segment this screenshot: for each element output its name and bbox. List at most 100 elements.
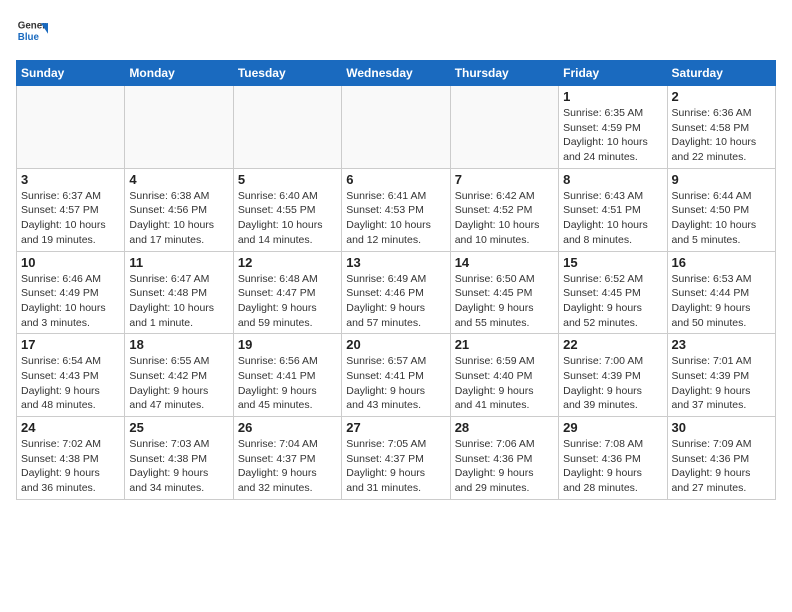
day-number: 25 <box>129 420 228 435</box>
day-info: Sunrise: 6:37 AM Sunset: 4:57 PM Dayligh… <box>21 189 120 248</box>
day-info: Sunrise: 7:04 AM Sunset: 4:37 PM Dayligh… <box>238 437 337 496</box>
day-info: Sunrise: 7:06 AM Sunset: 4:36 PM Dayligh… <box>455 437 554 496</box>
day-number: 10 <box>21 255 120 270</box>
day-info: Sunrise: 6:53 AM Sunset: 4:44 PM Dayligh… <box>672 272 771 331</box>
calendar-cell: 5 Sunrise: 6:40 AM Sunset: 4:55 PM Daylig… <box>233 168 341 251</box>
day-number: 29 <box>563 420 662 435</box>
day-number: 2 <box>672 89 771 104</box>
calendar-cell: 1 Sunrise: 6:35 AM Sunset: 4:59 PM Daylig… <box>559 86 667 169</box>
day-number: 1 <box>563 89 662 104</box>
day-info: Sunrise: 7:05 AM Sunset: 4:37 PM Dayligh… <box>346 437 445 496</box>
calendar-cell: 21 Sunrise: 6:59 AM Sunset: 4:40 PM Dayli… <box>450 334 558 417</box>
day-number: 24 <box>21 420 120 435</box>
day-number: 23 <box>672 337 771 352</box>
calendar-cell: 26 Sunrise: 7:04 AM Sunset: 4:37 PM Dayli… <box>233 417 341 500</box>
calendar-week-1: 1 Sunrise: 6:35 AM Sunset: 4:59 PM Daylig… <box>17 86 776 169</box>
day-number: 12 <box>238 255 337 270</box>
day-number: 22 <box>563 337 662 352</box>
day-number: 7 <box>455 172 554 187</box>
day-info: Sunrise: 6:49 AM Sunset: 4:46 PM Dayligh… <box>346 272 445 331</box>
weekday-header-row: SundayMondayTuesdayWednesdayThursdayFrid… <box>17 61 776 86</box>
day-info: Sunrise: 7:02 AM Sunset: 4:38 PM Dayligh… <box>21 437 120 496</box>
calendar-cell: 14 Sunrise: 6:50 AM Sunset: 4:45 PM Dayli… <box>450 251 558 334</box>
weekday-header-friday: Friday <box>559 61 667 86</box>
day-number: 8 <box>563 172 662 187</box>
calendar-cell <box>450 86 558 169</box>
day-number: 16 <box>672 255 771 270</box>
day-number: 19 <box>238 337 337 352</box>
day-info: Sunrise: 6:40 AM Sunset: 4:55 PM Dayligh… <box>238 189 337 248</box>
weekday-header-tuesday: Tuesday <box>233 61 341 86</box>
day-info: Sunrise: 6:44 AM Sunset: 4:50 PM Dayligh… <box>672 189 771 248</box>
calendar-cell: 24 Sunrise: 7:02 AM Sunset: 4:38 PM Dayli… <box>17 417 125 500</box>
day-number: 13 <box>346 255 445 270</box>
day-number: 11 <box>129 255 228 270</box>
calendar-cell: 12Sunrise: 6:48 AM Sunset: 4:47 PM Dayli… <box>233 251 341 334</box>
day-info: Sunrise: 6:47 AM Sunset: 4:48 PM Dayligh… <box>129 272 228 331</box>
day-info: Sunrise: 6:59 AM Sunset: 4:40 PM Dayligh… <box>455 354 554 413</box>
calendar-week-2: 3Sunrise: 6:37 AM Sunset: 4:57 PM Daylig… <box>17 168 776 251</box>
calendar-cell: 20 Sunrise: 6:57 AM Sunset: 4:41 PM Dayli… <box>342 334 450 417</box>
day-info: Sunrise: 6:52 AM Sunset: 4:45 PM Dayligh… <box>563 272 662 331</box>
day-info: Sunrise: 6:36 AM Sunset: 4:58 PM Dayligh… <box>672 106 771 165</box>
day-info: Sunrise: 6:55 AM Sunset: 4:42 PM Dayligh… <box>129 354 228 413</box>
calendar-cell: 11 Sunrise: 6:47 AM Sunset: 4:48 PM Dayli… <box>125 251 233 334</box>
day-number: 18 <box>129 337 228 352</box>
calendar-cell: 19Sunrise: 6:56 AM Sunset: 4:41 PM Dayli… <box>233 334 341 417</box>
calendar-cell: 15 Sunrise: 6:52 AM Sunset: 4:45 PM Dayli… <box>559 251 667 334</box>
calendar-week-4: 17 Sunrise: 6:54 AM Sunset: 4:43 PM Dayli… <box>17 334 776 417</box>
calendar-cell: 17 Sunrise: 6:54 AM Sunset: 4:43 PM Dayli… <box>17 334 125 417</box>
day-number: 20 <box>346 337 445 352</box>
calendar-cell: 2 Sunrise: 6:36 AM Sunset: 4:58 PM Daylig… <box>667 86 775 169</box>
calendar-cell: 30 Sunrise: 7:09 AM Sunset: 4:36 PM Dayli… <box>667 417 775 500</box>
logo-icon: General Blue <box>16 16 48 48</box>
weekday-header-wednesday: Wednesday <box>342 61 450 86</box>
day-info: Sunrise: 6:54 AM Sunset: 4:43 PM Dayligh… <box>21 354 120 413</box>
calendar-cell: 8Sunrise: 6:43 AM Sunset: 4:51 PM Daylig… <box>559 168 667 251</box>
day-number: 30 <box>672 420 771 435</box>
calendar-table: SundayMondayTuesdayWednesdayThursdayFrid… <box>16 60 776 500</box>
day-number: 9 <box>672 172 771 187</box>
calendar-cell: 18 Sunrise: 6:55 AM Sunset: 4:42 PM Dayli… <box>125 334 233 417</box>
calendar-cell: 23 Sunrise: 7:01 AM Sunset: 4:39 PM Dayli… <box>667 334 775 417</box>
day-info: Sunrise: 6:57 AM Sunset: 4:41 PM Dayligh… <box>346 354 445 413</box>
svg-text:Blue: Blue <box>18 32 40 43</box>
calendar-cell: 10Sunrise: 6:46 AM Sunset: 4:49 PM Dayli… <box>17 251 125 334</box>
day-info: Sunrise: 7:08 AM Sunset: 4:36 PM Dayligh… <box>563 437 662 496</box>
calendar-cell <box>17 86 125 169</box>
day-number: 15 <box>563 255 662 270</box>
calendar-cell: 25 Sunrise: 7:03 AM Sunset: 4:38 PM Dayli… <box>125 417 233 500</box>
day-info: Sunrise: 6:41 AM Sunset: 4:53 PM Dayligh… <box>346 189 445 248</box>
day-number: 4 <box>129 172 228 187</box>
calendar-cell <box>125 86 233 169</box>
day-info: Sunrise: 6:35 AM Sunset: 4:59 PM Dayligh… <box>563 106 662 165</box>
day-number: 5 <box>238 172 337 187</box>
page-header: General Blue <box>16 16 776 48</box>
calendar-cell <box>233 86 341 169</box>
day-info: Sunrise: 6:38 AM Sunset: 4:56 PM Dayligh… <box>129 189 228 248</box>
day-number: 27 <box>346 420 445 435</box>
day-number: 26 <box>238 420 337 435</box>
weekday-header-sunday: Sunday <box>17 61 125 86</box>
calendar-cell: 4 Sunrise: 6:38 AM Sunset: 4:56 PM Daylig… <box>125 168 233 251</box>
day-info: Sunrise: 7:09 AM Sunset: 4:36 PM Dayligh… <box>672 437 771 496</box>
calendar-cell: 16 Sunrise: 6:53 AM Sunset: 4:44 PM Dayli… <box>667 251 775 334</box>
weekday-header-saturday: Saturday <box>667 61 775 86</box>
calendar-cell: 7Sunrise: 6:42 AM Sunset: 4:52 PM Daylig… <box>450 168 558 251</box>
calendar-cell: 27 Sunrise: 7:05 AM Sunset: 4:37 PM Dayli… <box>342 417 450 500</box>
day-number: 28 <box>455 420 554 435</box>
day-info: Sunrise: 7:01 AM Sunset: 4:39 PM Dayligh… <box>672 354 771 413</box>
day-number: 14 <box>455 255 554 270</box>
day-info: Sunrise: 6:50 AM Sunset: 4:45 PM Dayligh… <box>455 272 554 331</box>
calendar-cell: 6Sunrise: 6:41 AM Sunset: 4:53 PM Daylig… <box>342 168 450 251</box>
calendar-week-3: 10Sunrise: 6:46 AM Sunset: 4:49 PM Dayli… <box>17 251 776 334</box>
calendar-cell: 9 Sunrise: 6:44 AM Sunset: 4:50 PM Daylig… <box>667 168 775 251</box>
calendar-cell: 22 Sunrise: 7:00 AM Sunset: 4:39 PM Dayli… <box>559 334 667 417</box>
calendar-cell: 13 Sunrise: 6:49 AM Sunset: 4:46 PM Dayli… <box>342 251 450 334</box>
day-info: Sunrise: 7:00 AM Sunset: 4:39 PM Dayligh… <box>563 354 662 413</box>
calendar-cell: 29 Sunrise: 7:08 AM Sunset: 4:36 PM Dayli… <box>559 417 667 500</box>
day-number: 17 <box>21 337 120 352</box>
day-info: Sunrise: 7:03 AM Sunset: 4:38 PM Dayligh… <box>129 437 228 496</box>
logo: General Blue <box>16 16 48 48</box>
day-number: 21 <box>455 337 554 352</box>
